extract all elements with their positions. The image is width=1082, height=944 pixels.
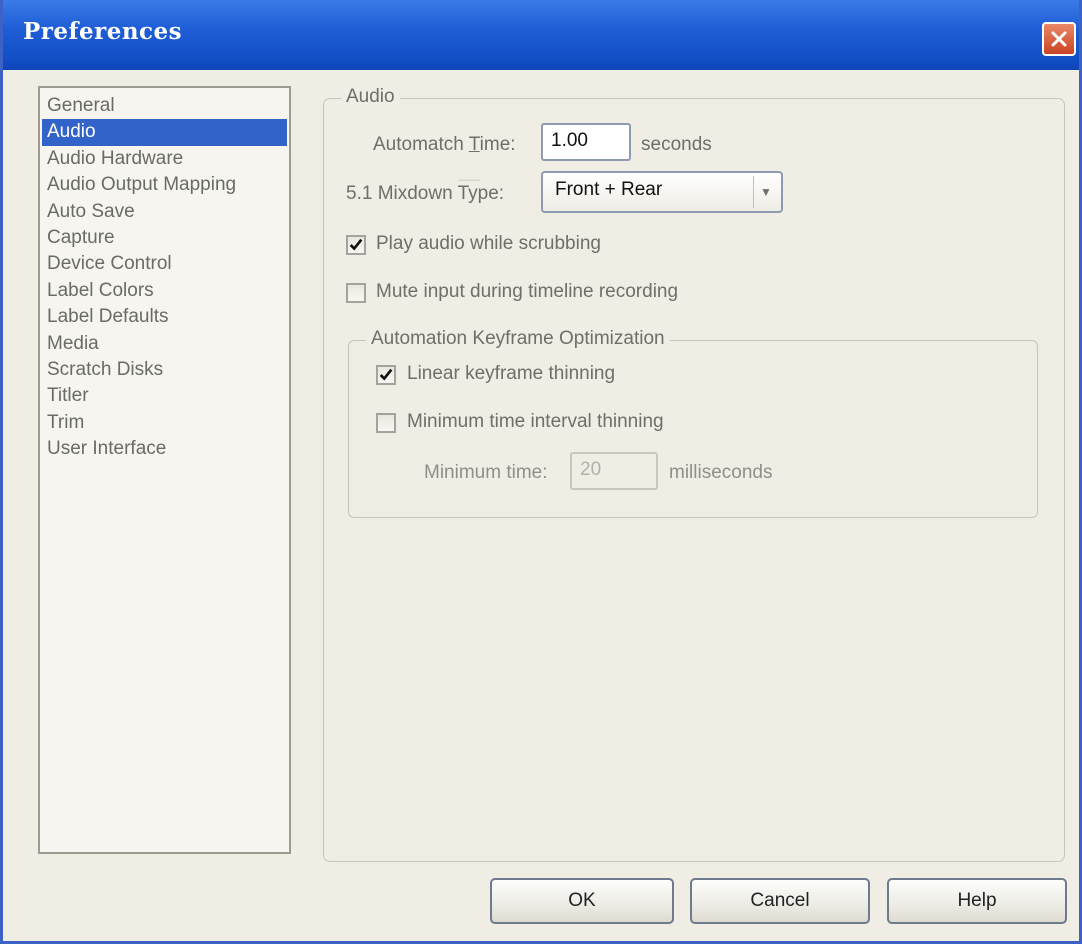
linear-thinning-label: Linear keyframe thinning — [407, 363, 616, 384]
ok-button[interactable]: OK — [490, 878, 674, 924]
mute-input-checkbox[interactable] — [346, 283, 366, 303]
sidebar-item-device-control[interactable]: Device Control — [42, 251, 287, 277]
sidebar-item-titler[interactable]: Titler — [42, 383, 287, 409]
automatch-unit-label: seconds — [641, 134, 712, 155]
automatch-label-text-end: ime: — [479, 134, 516, 155]
sidebar-item-audio-hardware[interactable]: Audio Hardware — [42, 146, 287, 172]
play-while-scrubbing-checkbox[interactable] — [346, 235, 366, 255]
sidebar-item-audio-output-mapping[interactable]: Audio Output Mapping — [42, 172, 287, 198]
dialog-body: — General Audio Audio Hardware Audio Out… — [3, 70, 1079, 941]
preferences-category-list[interactable]: General Audio Audio Hardware Audio Outpu… — [38, 86, 291, 854]
sidebar-item-audio[interactable]: Audio — [42, 119, 287, 146]
linear-thinning-checkbox[interactable] — [376, 365, 396, 385]
min-interval-thinning-checkbox[interactable] — [376, 413, 396, 433]
automatch-label-accelerator: T — [468, 134, 480, 155]
checkmark-icon — [379, 368, 393, 381]
title-bar[interactable]: Preferences — [3, 0, 1079, 70]
sidebar-item-label-defaults[interactable]: Label Defaults — [42, 304, 287, 330]
sidebar-item-general[interactable]: General — [42, 93, 287, 119]
mixdown-type-label: 5.1 Mixdown Type: — [346, 183, 505, 204]
mute-input-label: Mute input during timeline recording — [376, 281, 679, 302]
keyframe-optimization-title: Automation Keyframe Optimization — [366, 328, 670, 350]
help-button[interactable]: Help — [887, 878, 1067, 924]
minimum-time-label: Minimum time: — [424, 462, 548, 483]
audio-group-title: Audio — [341, 86, 400, 108]
close-icon — [1051, 31, 1067, 47]
automatch-time-label: Automatch Time: — [373, 134, 516, 156]
sidebar-item-auto-save[interactable]: Auto Save — [42, 199, 287, 225]
automatch-label-text: Automatch — [373, 134, 469, 155]
sidebar-item-media[interactable]: Media — [42, 331, 287, 357]
close-button[interactable] — [1042, 22, 1076, 56]
min-interval-thinning-label: Minimum time interval thinning — [407, 411, 664, 432]
minimum-time-input[interactable]: 20 — [570, 452, 658, 490]
sidebar-item-scratch-disks[interactable]: Scratch Disks — [42, 357, 287, 383]
automatch-time-input[interactable]: 1.00 — [541, 123, 631, 161]
cancel-button[interactable]: Cancel — [690, 878, 870, 924]
play-while-scrubbing-label: Play audio while scrubbing — [376, 233, 601, 254]
sidebar-item-user-interface[interactable]: User Interface — [42, 436, 287, 462]
sidebar-item-capture[interactable]: Capture — [42, 225, 287, 251]
mixdown-type-value: Front + Rear — [555, 179, 663, 200]
window-title: Preferences — [23, 18, 183, 45]
checkmark-icon — [349, 238, 363, 251]
chevron-down-icon[interactable]: ▼ — [753, 176, 778, 208]
sidebar-item-label-colors[interactable]: Label Colors — [42, 278, 287, 304]
mixdown-type-select[interactable]: Front + Rear ▼ — [541, 171, 783, 213]
preferences-dialog: Preferences — General Audio Audio Hardwa… — [0, 0, 1082, 944]
minimum-time-unit-label: milliseconds — [669, 462, 773, 483]
sidebar-item-trim[interactable]: Trim — [42, 410, 287, 436]
